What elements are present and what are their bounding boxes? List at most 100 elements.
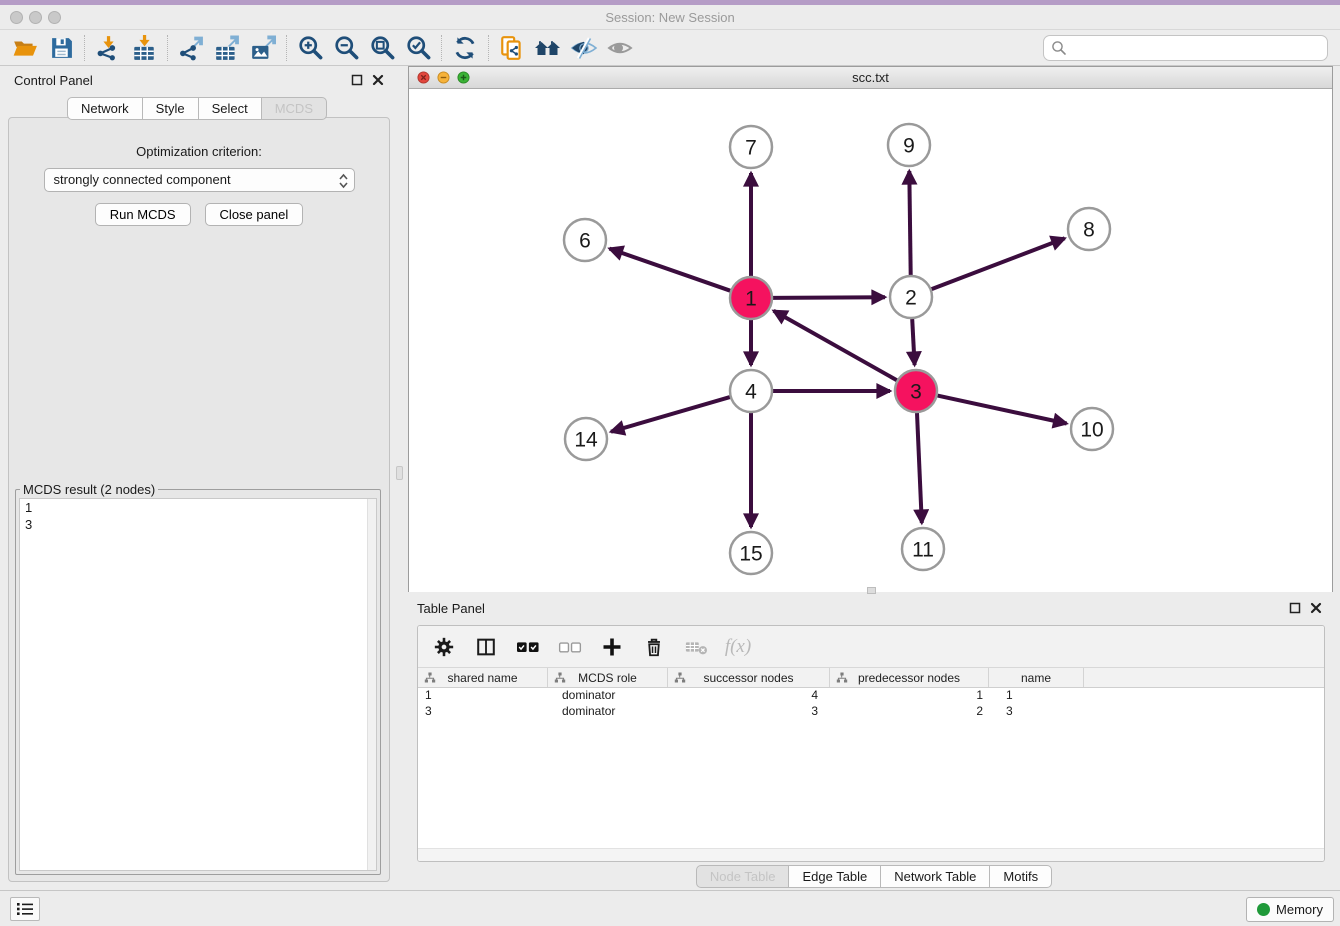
fit-content-icon[interactable] bbox=[367, 34, 397, 62]
delete-column-icon[interactable] bbox=[640, 633, 668, 661]
node-1[interactable]: 1 bbox=[730, 277, 772, 319]
table-row[interactable]: 3dominator323 bbox=[418, 704, 1324, 720]
column-header-name[interactable]: name bbox=[989, 668, 1084, 687]
mcds-result-legend: MCDS result (2 nodes) bbox=[20, 482, 158, 497]
task-list-icon bbox=[16, 901, 34, 917]
apply-layout-icon[interactable] bbox=[450, 34, 480, 62]
node-4[interactable]: 4 bbox=[730, 370, 772, 412]
import-network-icon[interactable] bbox=[93, 34, 123, 62]
node-10[interactable]: 10 bbox=[1071, 408, 1113, 450]
export-image-icon[interactable] bbox=[248, 34, 278, 62]
node-11[interactable]: 11 bbox=[902, 528, 944, 570]
edge-2-3[interactable] bbox=[912, 319, 914, 365]
edge-1-2[interactable] bbox=[773, 297, 885, 298]
zoom-in-icon[interactable] bbox=[295, 34, 325, 62]
new-network-from-selection-icon[interactable] bbox=[497, 34, 527, 62]
edge-3-11[interactable] bbox=[917, 413, 922, 523]
float-panel-icon[interactable] bbox=[351, 74, 363, 86]
table-tab-edge-table[interactable]: Edge Table bbox=[788, 865, 881, 888]
close-panel-button[interactable]: Close panel bbox=[205, 203, 304, 226]
zoom-out-icon[interactable] bbox=[331, 34, 361, 62]
fx-label: f(x) bbox=[725, 636, 751, 658]
window-titlebar: Session: New Session bbox=[0, 5, 1340, 30]
network-canvas[interactable]: 7 9 6 8 1 2 4 3 14 10 15 11 bbox=[409, 89, 1332, 592]
tab-mcds[interactable]: MCDS bbox=[261, 97, 327, 120]
memory-button[interactable]: Memory bbox=[1246, 897, 1334, 922]
run-mcds-button[interactable]: Run MCDS bbox=[95, 203, 191, 226]
table-cell[interactable]: 3 bbox=[418, 704, 548, 720]
criterion-dropdown[interactable]: strongly connected component bbox=[44, 168, 355, 192]
tab-network[interactable]: Network bbox=[67, 97, 143, 120]
delete-table-disabled-icon bbox=[682, 633, 710, 661]
node-label: 8 bbox=[1083, 218, 1095, 241]
table-tab-network-table[interactable]: Network Table bbox=[880, 865, 990, 888]
network-window-titlebar[interactable]: scc.txt bbox=[409, 67, 1332, 89]
ndex-browse-icon[interactable] bbox=[533, 34, 563, 62]
result-scrollbar[interactable] bbox=[367, 499, 376, 870]
function-builder-disabled-icon: f(x) bbox=[724, 633, 752, 661]
node-2[interactable]: 2 bbox=[890, 276, 932, 318]
import-table-icon[interactable] bbox=[129, 34, 159, 62]
column-header-shared-name[interactable]: shared name bbox=[418, 668, 548, 687]
table-cell[interactable]: 2 bbox=[830, 704, 989, 720]
show-hide-graphics-details-icon[interactable] bbox=[569, 34, 599, 62]
show-task-history-button[interactable] bbox=[10, 897, 40, 921]
search-input[interactable] bbox=[1068, 38, 1327, 58]
column-header-successor-nodes[interactable]: successor nodes bbox=[668, 668, 830, 687]
node-9[interactable]: 9 bbox=[888, 124, 930, 166]
table-cell[interactable]: 1 bbox=[989, 688, 1084, 704]
table-row[interactable]: 1dominator411 bbox=[418, 688, 1324, 704]
table-cell[interactable]: 4 bbox=[668, 688, 830, 704]
node-14[interactable]: 14 bbox=[565, 418, 607, 460]
edge-2-9[interactable] bbox=[909, 171, 910, 275]
edge-1-6[interactable] bbox=[610, 249, 731, 291]
node-3[interactable]: 3 bbox=[895, 370, 937, 412]
table-tab-motifs[interactable]: Motifs bbox=[989, 865, 1052, 888]
node-8[interactable]: 8 bbox=[1068, 208, 1110, 250]
tab-style[interactable]: Style bbox=[142, 97, 199, 120]
table-tab-node-table[interactable]: Node Table bbox=[696, 865, 790, 888]
node-label: 10 bbox=[1080, 418, 1103, 441]
control-panel: Control Panel NetworkStyleSelectMCDS Opt… bbox=[0, 66, 394, 890]
deselect-all-checks-icon[interactable] bbox=[556, 633, 584, 661]
add-column-icon[interactable] bbox=[598, 633, 626, 661]
edge-3-10[interactable] bbox=[938, 396, 1067, 424]
table-cell[interactable]: 1 bbox=[830, 688, 989, 704]
node-15[interactable]: 15 bbox=[730, 532, 772, 574]
criterion-dropdown-value: strongly connected component bbox=[54, 172, 231, 187]
node-7[interactable]: 7 bbox=[730, 126, 772, 168]
export-network-icon[interactable] bbox=[176, 34, 206, 62]
select-all-checks-icon[interactable] bbox=[514, 633, 542, 661]
column-header-MCDS-role[interactable]: MCDS role bbox=[548, 668, 668, 687]
save-session-icon[interactable] bbox=[46, 34, 76, 62]
close-panel-icon[interactable] bbox=[372, 74, 384, 86]
column-header-predecessor-nodes[interactable]: predecessor nodes bbox=[830, 668, 989, 687]
network-resize-grip[interactable] bbox=[867, 587, 876, 594]
zoom-selected-icon[interactable] bbox=[403, 34, 433, 62]
float-table-panel-icon[interactable] bbox=[1289, 602, 1301, 614]
edge-3-1[interactable] bbox=[774, 311, 897, 380]
eye-disabled-icon bbox=[605, 34, 635, 62]
edge-2-8[interactable] bbox=[932, 238, 1065, 289]
vertical-splitter-grip[interactable] bbox=[396, 466, 403, 480]
tab-select[interactable]: Select bbox=[198, 97, 262, 120]
table-cell[interactable]: dominator bbox=[548, 688, 668, 704]
mcds-result-list[interactable]: 13 bbox=[19, 498, 377, 871]
table-cell[interactable]: dominator bbox=[548, 704, 668, 720]
settings-gear-icon[interactable] bbox=[430, 633, 458, 661]
search-field[interactable] bbox=[1043, 35, 1328, 61]
table-horizontal-scrollbar[interactable] bbox=[418, 848, 1324, 861]
table-cell[interactable]: 3 bbox=[668, 704, 830, 720]
node-6[interactable]: 6 bbox=[564, 219, 606, 261]
close-table-panel-icon[interactable] bbox=[1310, 602, 1322, 614]
split-view-icon[interactable] bbox=[472, 633, 500, 661]
mcds-result-node: 1 bbox=[20, 499, 376, 516]
table-cell[interactable]: 3 bbox=[989, 704, 1084, 720]
memory-label: Memory bbox=[1276, 902, 1323, 917]
export-table-icon[interactable] bbox=[212, 34, 242, 62]
open-session-icon[interactable] bbox=[10, 34, 40, 62]
node-label: 4 bbox=[745, 380, 757, 403]
table-cell[interactable]: 1 bbox=[418, 688, 548, 704]
table-toolbar: f(x) bbox=[418, 626, 1324, 668]
edge-4-14[interactable] bbox=[611, 397, 730, 432]
